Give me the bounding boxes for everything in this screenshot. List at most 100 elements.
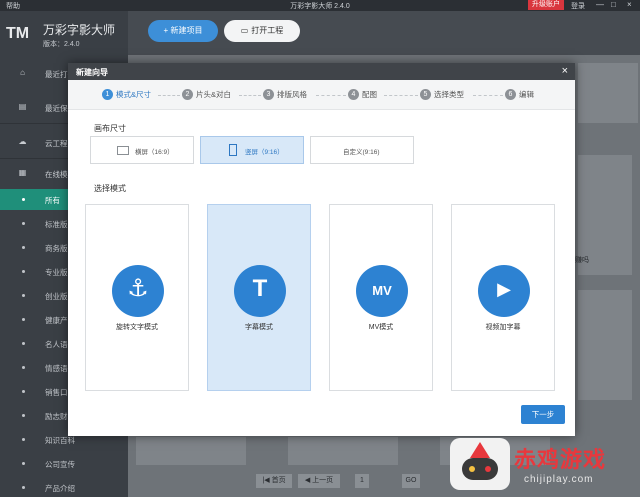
app-version: 版本：2.4.0 bbox=[43, 41, 80, 48]
gamepad-logo-icon bbox=[462, 442, 498, 480]
template-card[interactable] bbox=[578, 63, 638, 123]
step-number: 4 bbox=[348, 89, 359, 100]
open-project-label: 打开工程 bbox=[251, 26, 284, 35]
size-landscape-option[interactable]: 横屏（16:9） bbox=[90, 136, 194, 164]
mode-label: 旋转文字模式 bbox=[116, 324, 158, 331]
maximize-button[interactable]: □ bbox=[611, 0, 616, 10]
pager-first[interactable]: |◀ 首页 bbox=[256, 474, 292, 488]
mode-glyph: ▶ bbox=[497, 279, 511, 299]
bullet-icon bbox=[22, 462, 25, 465]
bullet-icon bbox=[22, 318, 25, 321]
step-connector bbox=[316, 95, 346, 96]
step-number: 6 bbox=[505, 89, 516, 100]
step-image: 4 配图 bbox=[348, 89, 377, 101]
size-option-label: 横屏（16:9） bbox=[135, 149, 174, 156]
anchor-icon: ⚓ bbox=[112, 265, 164, 317]
step-label: 片头&对白 bbox=[196, 90, 232, 99]
mode-glyph: MV bbox=[372, 283, 392, 298]
close-window-button[interactable]: × bbox=[627, 0, 632, 10]
bullet-icon bbox=[22, 246, 25, 249]
watermark: 赤鸡游戏 chijiplay.com bbox=[448, 432, 638, 496]
watermark-title: 赤鸡游戏 bbox=[514, 447, 607, 472]
new-project-button[interactable]: + 新建项目 bbox=[148, 20, 218, 42]
mode-glyph: T bbox=[252, 275, 268, 302]
app-logo: TM bbox=[6, 25, 30, 42]
mv-icon: MV bbox=[356, 265, 408, 317]
sidebar-sub-product[interactable]: 产品介绍 bbox=[0, 477, 128, 497]
wizard-steps: 1 模式&尺寸 2 片头&对白 3 排版风格 4 配图 5 选择类型 6 编辑 bbox=[68, 80, 575, 110]
step-connector bbox=[473, 95, 503, 96]
mode-subtitle-card[interactable]: T 字幕模式 bbox=[207, 204, 311, 391]
step-layout-style: 3 排版风格 bbox=[263, 89, 307, 101]
template-card[interactable] bbox=[578, 290, 632, 400]
sidebar-sub-label: 名人语 bbox=[45, 340, 68, 349]
upgrade-account-button[interactable]: 升级账户 bbox=[528, 0, 564, 10]
sidebar-item-label: 云工程 bbox=[45, 139, 68, 148]
step-label: 编辑 bbox=[519, 90, 534, 99]
title-bar: 帮助 万彩字影大师 2.4.0 升级账户 登录 — □ × bbox=[0, 0, 640, 11]
dialog-close-button[interactable]: × bbox=[562, 65, 568, 77]
bullet-icon bbox=[22, 342, 25, 345]
pager-page-number[interactable]: 1 bbox=[355, 474, 369, 488]
step-number: 5 bbox=[420, 89, 431, 100]
step-select-type: 5 选择类型 bbox=[420, 89, 464, 101]
template-card-text: 赚吗 bbox=[575, 257, 589, 264]
step-number: 2 bbox=[182, 89, 193, 100]
sidebar-sub-label: 公司宣传 bbox=[45, 460, 75, 469]
select-mode-title: 选择模式 bbox=[94, 184, 126, 193]
sidebar-sub-company[interactable]: 公司宣传 bbox=[0, 453, 128, 474]
login-link[interactable]: 登录 bbox=[571, 1, 585, 11]
dialog-header: 新建向导 × bbox=[68, 63, 575, 80]
sidebar-sub-label: 标准版 bbox=[45, 220, 68, 229]
minimize-button[interactable]: — bbox=[596, 0, 604, 10]
mode-glyph: ⚓ bbox=[127, 275, 149, 302]
watermark-logo bbox=[450, 438, 510, 490]
step-intro-dialogue: 2 片头&对白 bbox=[182, 89, 231, 101]
template-card[interactable] bbox=[288, 437, 398, 465]
size-option-label: 竖屏（9:16） bbox=[245, 149, 284, 156]
top-toolbar: + 新建项目 ▭ 打开工程 bbox=[128, 11, 640, 55]
sidebar-sub-label: 销售口 bbox=[45, 388, 68, 397]
save-icon: ▤ bbox=[18, 102, 27, 111]
sidebar-sub-label: 所有 bbox=[45, 196, 60, 205]
step-connector bbox=[239, 95, 261, 96]
mode-video-subtitle-card[interactable]: ▶ 视频加字幕 bbox=[451, 204, 555, 391]
mode-label: MV模式 bbox=[368, 324, 394, 331]
bullet-icon bbox=[22, 390, 25, 393]
bullet-icon bbox=[22, 414, 25, 417]
step-label: 选择类型 bbox=[434, 90, 464, 99]
dialog-title: 新建向导 bbox=[76, 68, 108, 77]
next-button[interactable]: 下一步 bbox=[521, 405, 565, 424]
app-name: 万彩字影大师 bbox=[43, 23, 116, 37]
mode-label: 视频加字幕 bbox=[485, 324, 521, 331]
size-portrait-option[interactable]: 竖屏（9:16） bbox=[200, 136, 304, 164]
mode-mv-card[interactable]: MV MV模式 bbox=[329, 204, 433, 391]
size-option-label: 自定义(9:16) bbox=[343, 149, 380, 156]
new-project-wizard-dialog: 新建向导 × 1 模式&尺寸 2 片头&对白 3 排版风格 4 配图 5 选择类型 6 编辑… bbox=[68, 63, 575, 436]
watermark-url: chijiplay.com bbox=[524, 474, 594, 485]
cloud-icon: ☁ bbox=[18, 137, 27, 146]
sidebar-sub-label: 情感语 bbox=[45, 364, 68, 373]
step-label: 配图 bbox=[362, 90, 377, 99]
pager-prev[interactable]: ◀ 上一页 bbox=[298, 474, 340, 488]
sidebar-sub-label: 创业版 bbox=[45, 292, 68, 301]
mode-rotating-text-card[interactable]: ⚓ 旋转文字模式 bbox=[85, 204, 189, 391]
portrait-icon bbox=[229, 144, 237, 156]
sidebar-sub-label: 商务版 bbox=[45, 244, 68, 253]
bullet-icon bbox=[22, 486, 25, 489]
pager-go-button[interactable]: GO bbox=[402, 474, 420, 488]
open-project-button[interactable]: ▭ 打开工程 bbox=[224, 20, 300, 42]
bullet-icon bbox=[22, 438, 25, 441]
sidebar-sub-label: 专业版 bbox=[45, 268, 68, 277]
mode-label: 字幕模式 bbox=[245, 324, 273, 331]
sidebar-sub-label: 知识百科 bbox=[45, 436, 75, 445]
folder-icon: ▭ bbox=[240, 26, 249, 35]
landscape-icon bbox=[117, 146, 129, 155]
sidebar-sub-label: 励志财 bbox=[45, 412, 68, 421]
template-card[interactable] bbox=[136, 437, 246, 465]
step-connector bbox=[384, 95, 418, 96]
template-icon: ▦ bbox=[18, 168, 27, 177]
home-icon: ⌂ bbox=[20, 68, 25, 77]
bullet-icon bbox=[22, 366, 25, 369]
size-custom-option[interactable]: 自定义(9:16) bbox=[310, 136, 414, 164]
